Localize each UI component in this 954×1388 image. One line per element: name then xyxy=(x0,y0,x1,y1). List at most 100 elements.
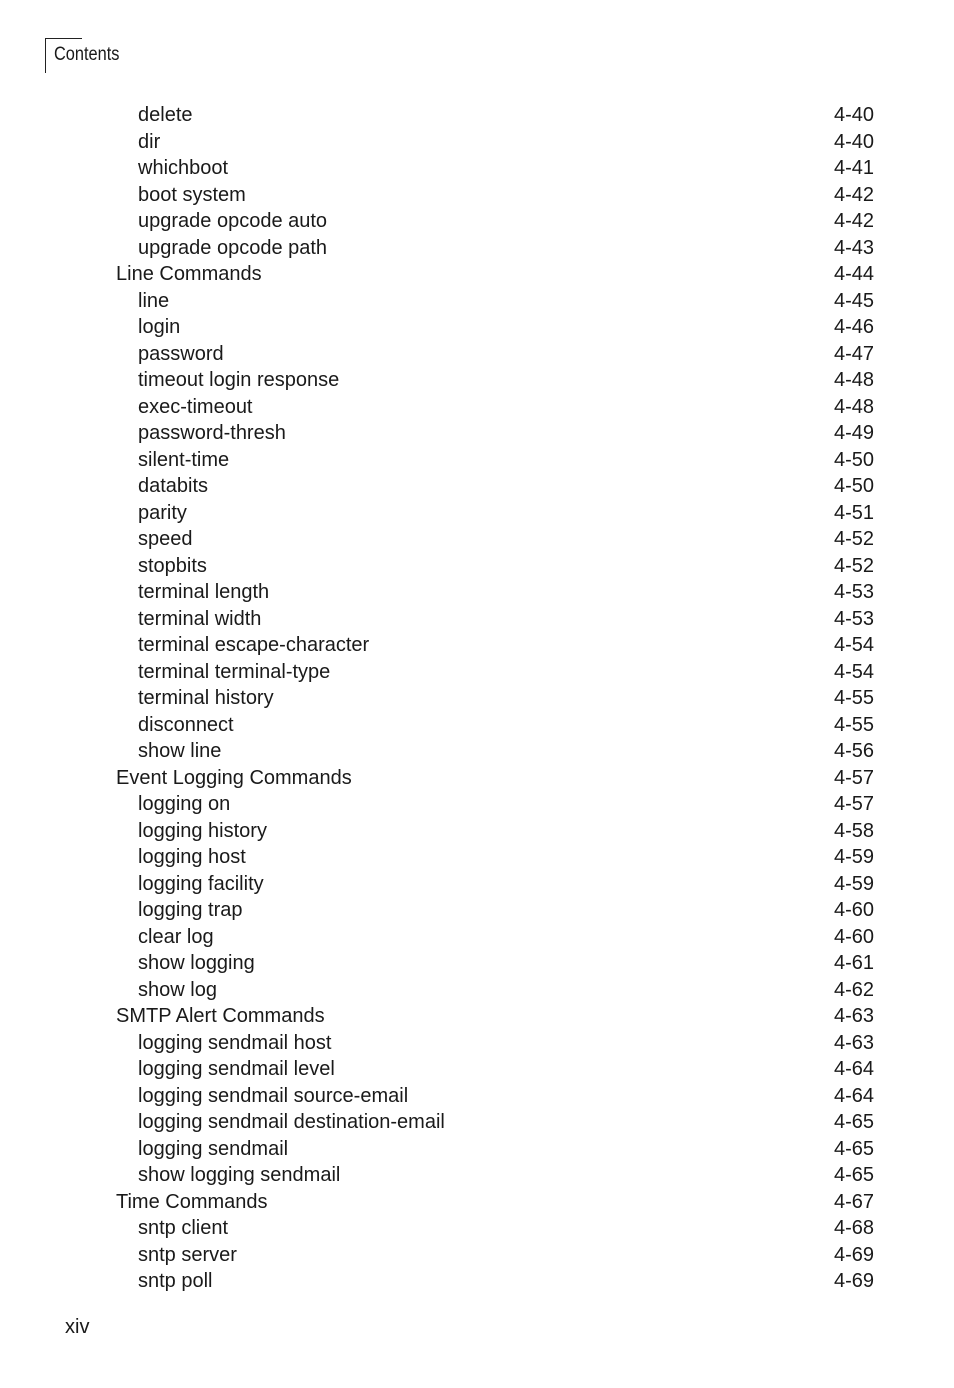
toc-entry[interactable]: logging facility 4-59 xyxy=(0,871,954,898)
toc-entry-page: 4-53 xyxy=(833,581,874,603)
toc-entry[interactable]: logging sendmail host 4-63 xyxy=(0,1030,954,1057)
toc-entry-label: terminal terminal-type xyxy=(138,660,331,683)
toc-entry-label: show line xyxy=(138,740,222,762)
toc-entry-page: 4-68 xyxy=(833,1217,874,1239)
toc-entry[interactable]: delete 4-40 xyxy=(0,102,954,129)
toc-entry[interactable]: upgrade opcode path 4-43 xyxy=(0,235,954,262)
toc-entry-page: 4-51 xyxy=(833,501,874,524)
toc-entry-label: logging history xyxy=(138,819,267,842)
toc-entry[interactable]: logging sendmail level 4-64 xyxy=(0,1056,954,1083)
toc-entry-page: 4-50 xyxy=(833,475,874,497)
toc-entry-page: 4-59 xyxy=(833,846,874,868)
toc-entry[interactable]: show line 4-56 xyxy=(0,738,954,765)
toc-entry-label: logging sendmail destination-email xyxy=(138,1111,445,1133)
toc-entry[interactable]: stopbits 4-52 xyxy=(0,553,954,580)
toc-entry-page: 4-49 xyxy=(833,422,874,444)
toc-entry[interactable]: logging sendmail destination-email 4-65 xyxy=(0,1109,954,1136)
toc-entry[interactable]: dir 4-40 xyxy=(0,129,954,156)
toc-entry-page: 4-56 xyxy=(833,740,874,762)
toc-entry[interactable]: exec-timeout 4-48 xyxy=(0,394,954,421)
toc-entry[interactable]: line 4-45 xyxy=(0,288,954,315)
toc-entry-label: dir xyxy=(138,130,161,153)
toc-entry-page: 4-52 xyxy=(833,528,874,550)
toc-entry-page: 4-46 xyxy=(833,316,874,338)
toc-entry[interactable]: logging trap 4-60 xyxy=(0,897,954,924)
toc-entry[interactable]: login 4-46 xyxy=(0,314,954,341)
toc-entry-page: 4-65 xyxy=(833,1164,874,1186)
toc-entry-page: 4-57 xyxy=(833,793,874,815)
page-number: xiv xyxy=(65,1316,90,1338)
toc-entry[interactable]: logging on 4-57 xyxy=(0,791,954,818)
toc-entry[interactable]: show log 4-62 xyxy=(0,977,954,1004)
toc-entry[interactable]: password 4-47 xyxy=(0,341,954,368)
running-header-title: Contents xyxy=(54,44,120,65)
toc-entry[interactable]: show logging 4-61 xyxy=(0,950,954,977)
toc-entry-page: 4-55 xyxy=(833,687,874,709)
toc-entry-page: 4-54 xyxy=(833,634,874,656)
toc-entry-label: silent-time xyxy=(138,448,230,471)
toc-entry[interactable]: sntp poll 4-69 xyxy=(0,1268,954,1295)
toc-entry[interactable]: whichboot 4-41 xyxy=(0,155,954,182)
toc-entry[interactable]: show logging sendmail 4-65 xyxy=(0,1162,954,1189)
toc-entry-page: 4-62 xyxy=(833,978,874,1001)
toc-entry[interactable]: logging sendmail source-email 4-64 xyxy=(0,1083,954,1110)
toc-entry[interactable]: logging history 4-58 xyxy=(0,818,954,845)
toc-entry-label: boot system xyxy=(138,183,246,206)
toc-entry-label: speed xyxy=(138,528,193,550)
toc-entry-page: 4-42 xyxy=(833,210,874,232)
toc-section-entry[interactable]: Event Logging Commands 4-57 xyxy=(0,765,954,792)
toc-entry-page: 4-57 xyxy=(833,766,874,789)
toc-entry-page: 4-52 xyxy=(833,554,874,577)
toc-entry-label: logging on xyxy=(138,793,231,815)
toc-entry[interactable]: disconnect 4-55 xyxy=(0,712,954,739)
toc-entry-page: 4-40 xyxy=(833,130,874,153)
toc-entry-label: whichboot xyxy=(138,157,229,179)
toc-entry-label: logging trap xyxy=(138,899,243,921)
toc-entry[interactable]: password-thresh 4-49 xyxy=(0,420,954,447)
toc-entry-label: terminal length xyxy=(138,581,270,603)
toc-entry-label: login xyxy=(138,316,181,338)
toc-entry-page: 4-44 xyxy=(833,263,874,285)
toc-entry-label: timeout login response xyxy=(138,369,340,391)
toc-entry-page: 4-69 xyxy=(833,1270,874,1292)
toc-section-entry[interactable]: SMTP Alert Commands 4-63 xyxy=(0,1003,954,1030)
toc-entry[interactable]: sntp client 4-68 xyxy=(0,1215,954,1242)
toc-entry-page: 4-42 xyxy=(833,183,874,206)
toc-entry-page: 4-69 xyxy=(833,1243,874,1266)
toc-entry-label: show logging xyxy=(138,952,255,974)
toc-entry-label: show logging sendmail xyxy=(138,1164,341,1186)
toc-entry[interactable]: databits 4-50 xyxy=(0,473,954,500)
toc-entry-page: 4-41 xyxy=(833,157,874,179)
toc-entry[interactable]: logging host 4-59 xyxy=(0,844,954,871)
toc-entry[interactable]: clear log 4-60 xyxy=(0,924,954,951)
toc-entry[interactable]: boot system 4-42 xyxy=(0,182,954,209)
toc-entry[interactable]: terminal length 4-53 xyxy=(0,579,954,606)
toc-entry[interactable]: sntp server 4-69 xyxy=(0,1242,954,1269)
toc-entry-label: stopbits xyxy=(138,554,207,577)
toc-entry[interactable]: timeout login response 4-48 xyxy=(0,367,954,394)
toc-entry-label: logging sendmail source-email xyxy=(138,1084,409,1107)
toc-entry-label: line xyxy=(138,289,170,312)
toc-entry[interactable]: silent-time 4-50 xyxy=(0,447,954,474)
toc-entry-label: show log xyxy=(138,978,217,1001)
toc-entry[interactable]: logging sendmail 4-65 xyxy=(0,1136,954,1163)
toc-entry[interactable]: parity 4-51 xyxy=(0,500,954,527)
toc-entry-label: upgrade opcode auto xyxy=(138,210,328,232)
toc-entry[interactable]: terminal width 4-53 xyxy=(0,606,954,633)
toc-section-entry[interactable]: Time Commands 4-67 xyxy=(0,1189,954,1216)
toc-entry[interactable]: terminal history 4-55 xyxy=(0,685,954,712)
toc-entry[interactable]: terminal escape-character 4-54 xyxy=(0,632,954,659)
toc-entry-label: terminal escape-character xyxy=(138,634,370,656)
toc-entry-page: 4-67 xyxy=(833,1190,874,1213)
toc-section-entry[interactable]: Line Commands 4-44 xyxy=(0,261,954,288)
toc-entry-label: delete xyxy=(138,104,193,126)
toc-entry-page: 4-50 xyxy=(833,448,874,471)
toc-entry[interactable]: speed 4-52 xyxy=(0,526,954,553)
toc-entry[interactable]: terminal terminal-type 4-54 xyxy=(0,659,954,686)
toc-entry-page: 4-47 xyxy=(833,342,874,365)
toc-entry-label: sntp client xyxy=(138,1217,229,1239)
toc-entry-page: 4-54 xyxy=(833,660,874,683)
toc-entry[interactable]: upgrade opcode auto 4-42 xyxy=(0,208,954,235)
toc-entry-label: Time Commands xyxy=(116,1190,268,1213)
toc-entry-page: 4-48 xyxy=(833,369,874,391)
